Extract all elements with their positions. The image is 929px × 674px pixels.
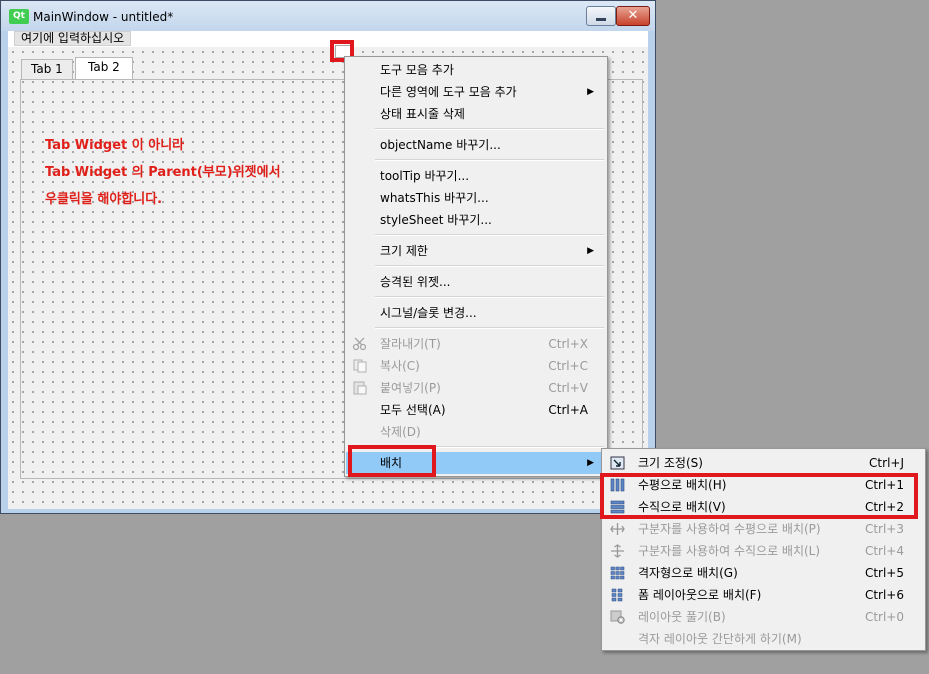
menu-item-label: 크기 제한 bbox=[380, 244, 428, 258]
submenu-item-layout-form[interactable]: 폼 레이아웃으로 배치(F) Ctrl+6 bbox=[603, 584, 924, 606]
submenu-item-shortcut: Ctrl+4 bbox=[864, 544, 904, 558]
menu-item-select-all[interactable]: 모두 선택(A) Ctrl+A bbox=[346, 399, 606, 421]
menu-item-label: toolTip 바꾸기... bbox=[380, 169, 470, 183]
submenu-item-label: 폼 레이아웃으로 배치(F) bbox=[638, 588, 762, 602]
menu-item-change-objectname[interactable]: objectName 바꾸기... bbox=[346, 134, 606, 156]
submenu-item-shortcut: Ctrl+0 bbox=[864, 610, 904, 624]
menu-item-label: 시그널/슬롯 변경... bbox=[380, 306, 477, 320]
submenu-item-break-layout[interactable]: 레이아웃 풀기(B) Ctrl+0 bbox=[603, 606, 924, 628]
close-button[interactable]: ✕ bbox=[616, 6, 650, 26]
submenu-arrow-icon: ▶ bbox=[587, 87, 594, 97]
layout-form-icon bbox=[611, 588, 623, 602]
menu-separator bbox=[375, 296, 604, 298]
submenu-arrow-icon: ▶ bbox=[587, 246, 594, 256]
context-menu: 도구 모음 추가 다른 영역에 도구 모음 추가 ▶ 상태 표시줄 삭제 obje… bbox=[344, 56, 608, 477]
menu-item-add-toolbar-other-area[interactable]: 다른 영역에 도구 모음 추가 ▶ bbox=[346, 81, 606, 103]
menu-item-shortcut: Ctrl+C bbox=[548, 359, 588, 373]
menu-item-shortcut: Ctrl+X bbox=[548, 337, 588, 351]
menu-item-label: 상태 표시줄 삭제 bbox=[380, 107, 465, 121]
submenu-item-splitter-horizontal[interactable]: 구분자를 사용하여 수평으로 배치(P) Ctrl+3 bbox=[603, 518, 924, 540]
splitter-vertical-icon bbox=[611, 544, 624, 558]
menu-item-label: 복사(C) bbox=[380, 359, 420, 373]
annotation-line-2: Tab Widget 의 Parent(부모)위젯에서 bbox=[45, 165, 281, 180]
menu-item-remove-statusbar[interactable]: 상태 표시줄 삭제 bbox=[346, 103, 606, 125]
menu-item-label: whatsThis 바꾸기... bbox=[380, 191, 489, 205]
submenu-item-shortcut: Ctrl+J bbox=[869, 456, 904, 470]
menu-item-label: 삭제(D) bbox=[380, 425, 421, 439]
menu-item-label: 붙여넣기(P) bbox=[380, 381, 441, 395]
menu-separator bbox=[375, 265, 604, 267]
menu-separator bbox=[375, 128, 604, 130]
menu-item-promoted-widgets[interactable]: 승격된 위젯... bbox=[346, 271, 606, 293]
menu-item-label: 승격된 위젯... bbox=[380, 275, 451, 289]
menu-item-label: styleSheet 바꾸기... bbox=[380, 213, 492, 227]
submenu-arrow-icon: ▶ bbox=[587, 458, 594, 468]
annotation-line-3: 우클릭을 해야합니다. bbox=[45, 192, 163, 207]
menu-item-size-constraints[interactable]: 크기 제한 ▶ bbox=[346, 240, 606, 262]
menu-item-label: 잘라내기(T) bbox=[380, 337, 441, 351]
scissors-icon bbox=[352, 337, 367, 351]
submenu-item-shortcut: Ctrl+5 bbox=[864, 566, 904, 580]
menu-item-paste[interactable]: 붙여넣기(P) Ctrl+V bbox=[346, 377, 606, 399]
menu-item-label: 모두 선택(A) bbox=[380, 403, 446, 417]
tab-2[interactable]: Tab 2 bbox=[75, 57, 133, 80]
paste-icon bbox=[353, 381, 367, 395]
submenu-item-label: 구분자를 사용하여 수직으로 배치(L) bbox=[638, 544, 821, 558]
splitter-horizontal-icon bbox=[610, 523, 625, 535]
break-layout-icon bbox=[610, 610, 625, 624]
adjust-size-icon bbox=[610, 456, 625, 470]
menu-item-label: 도구 모음 추가 bbox=[380, 63, 454, 77]
menu-item-cut[interactable]: 잘라내기(T) Ctrl+X bbox=[346, 333, 606, 355]
annotation-text: Tab Widget 이 아니라 Tab Widget 의 Parent(부모)… bbox=[45, 132, 281, 213]
minimize-icon bbox=[596, 18, 606, 21]
tab-1[interactable]: Tab 1 bbox=[21, 59, 73, 79]
menu-item-change-stylesheet[interactable]: styleSheet 바꾸기... bbox=[346, 209, 606, 231]
menu-item-shortcut: Ctrl+A bbox=[548, 403, 588, 417]
menu-separator bbox=[375, 327, 604, 329]
minimize-button[interactable] bbox=[586, 6, 616, 26]
menu-item-add-toolbar[interactable]: 도구 모음 추가 bbox=[346, 59, 606, 81]
menu-item-change-tooltip[interactable]: toolTip 바꾸기... bbox=[346, 165, 606, 187]
menu-type-here-item[interactable]: 여기에 입력하십시오 bbox=[14, 31, 132, 46]
highlight-box-layout-options bbox=[600, 473, 918, 519]
menu-item-delete[interactable]: 삭제(D) bbox=[346, 421, 606, 443]
submenu-item-label: 레이아웃 풀기(B) bbox=[638, 610, 726, 624]
window-title: MainWindow - untitled* bbox=[33, 10, 174, 24]
submenu-item-label: 격자형으로 배치(G) bbox=[638, 566, 738, 580]
copy-icon bbox=[353, 359, 367, 373]
menu-separator bbox=[375, 159, 604, 161]
menu-item-signal-slot[interactable]: 시그널/슬롯 변경... bbox=[346, 302, 606, 324]
submenu-item-label: 크기 조정(S) bbox=[638, 456, 703, 470]
menu-separator bbox=[375, 234, 604, 236]
menu-item-shortcut: Ctrl+V bbox=[548, 381, 588, 395]
title-bar[interactable]: Qt MainWindow - untitled* ✕ bbox=[1, 1, 655, 31]
submenu-item-label: 격자 레이아웃 간단하게 하기(M) bbox=[638, 632, 802, 646]
submenu-item-shortcut: Ctrl+6 bbox=[864, 588, 904, 602]
submenu-item-label: 구분자를 사용하여 수평으로 배치(P) bbox=[638, 522, 821, 536]
menu-item-copy[interactable]: 복사(C) Ctrl+C bbox=[346, 355, 606, 377]
submenu-item-splitter-vertical[interactable]: 구분자를 사용하여 수직으로 배치(L) Ctrl+4 bbox=[603, 540, 924, 562]
submenu-item-layout-grid[interactable]: 격자형으로 배치(G) Ctrl+5 bbox=[603, 562, 924, 584]
layout-grid-icon bbox=[610, 566, 625, 580]
menu-item-change-whatsthis[interactable]: whatsThis 바꾸기... bbox=[346, 187, 606, 209]
menu-item-label: objectName 바꾸기... bbox=[380, 138, 501, 152]
qt-logo-icon: Qt bbox=[9, 9, 29, 24]
submenu-item-simplify-grid[interactable]: 격자 레이아웃 간단하게 하기(M) bbox=[603, 628, 924, 650]
submenu-item-shortcut: Ctrl+3 bbox=[864, 522, 904, 536]
annotation-line-1: Tab Widget 이 아니라 bbox=[45, 138, 185, 153]
submenu-item-adjust-size[interactable]: 크기 조정(S) Ctrl+J bbox=[603, 452, 924, 474]
menu-bar: 여기에 입력하십시오 bbox=[8, 31, 648, 47]
highlight-box-layout-menu bbox=[348, 445, 436, 477]
menu-item-label: 다른 영역에 도구 모음 추가 bbox=[380, 85, 517, 99]
